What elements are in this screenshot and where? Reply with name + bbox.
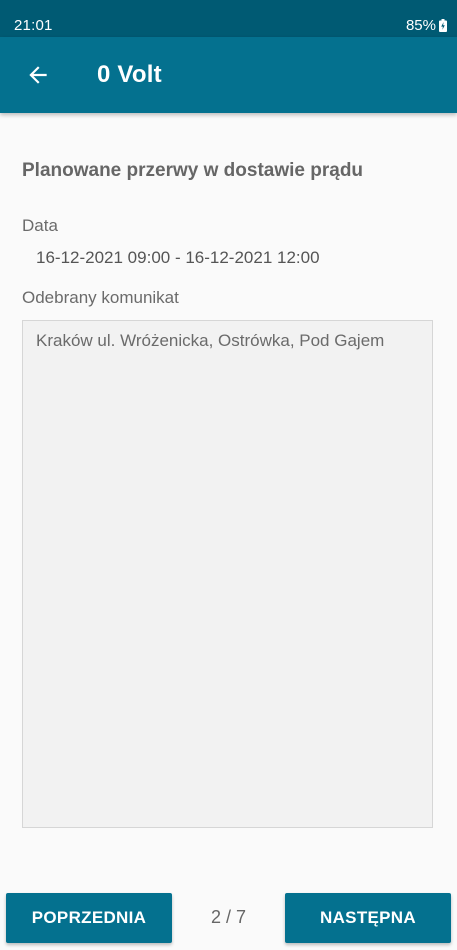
status-battery: 85%: [406, 17, 447, 34]
battery-percent: 85%: [405, 17, 436, 34]
status-bar: 21:01 85%: [0, 0, 457, 37]
page-title: 0 Volt: [97, 61, 162, 88]
message-label: Odebrany komunikat: [22, 288, 179, 307]
date-label: Data: [22, 216, 58, 235]
next-button[interactable]: NASTĘPNA: [285, 893, 451, 943]
page-indicator: 2 / 7: [210, 907, 247, 927]
section-title: Planowane przerwy w dostawie prądu: [22, 160, 364, 181]
status-time: 21:01: [14, 17, 53, 34]
battery-charging-icon: [439, 19, 447, 32]
back-button[interactable]: [18, 55, 58, 95]
arrow-left-icon: [29, 66, 47, 84]
date-value: 16-12-2021 09:00 - 16-12-2021 12:00: [36, 248, 320, 267]
bottom-navigation: POPRZEDNIA 2 / 7 NASTĘPNA: [0, 893, 457, 943]
previous-button[interactable]: POPRZEDNIA: [6, 893, 172, 943]
app-bar: 0 Volt: [0, 37, 457, 113]
message-text-box[interactable]: Kraków ul. Wróżenicka, Ostrówka, Pod Gaj…: [22, 320, 433, 828]
